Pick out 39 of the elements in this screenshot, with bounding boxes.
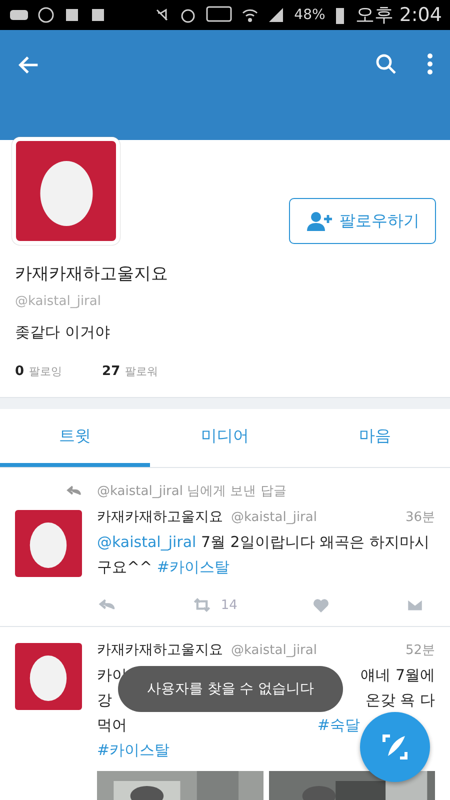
tweet-text: 얘네 7월에 [360,665,435,686]
feather-icon [380,732,410,762]
chat-icon [8,9,28,21]
hashtag-link[interactable]: #카이스탈 [97,738,170,763]
follow-button[interactable]: 팔로우하기 [289,198,436,244]
profile-bio: 좆같다 이거야 [15,323,111,342]
wifi-icon [242,7,258,23]
alarm-icon [180,7,196,23]
tweet-text: 강 [97,690,112,711]
profile-handle: @kaistal_jiral [15,294,102,309]
hd-icon [206,6,232,24]
tweet-author: 카재카재하고울지요 [97,508,223,526]
compose-button[interactable] [360,712,430,782]
app-icon [64,7,80,23]
hashtag-link[interactable]: #숙달 [317,713,360,738]
profile-name: 카재카재하고울지요 [15,263,169,285]
tweet-text: 온갖 욕 다 [365,690,435,711]
tweet-text: @kaistal_jiral 7월 2일이랍니다 왜곡은 하지마시구요^^ #카이스탈 [97,532,430,578]
follow-count[interactable]: 27 팔로워 [102,364,158,379]
tweet-time: 52분 [405,642,435,659]
add-person-icon [306,211,334,231]
signal-icon [268,7,284,23]
tweet-handle: @kaistal_jiral [231,510,317,525]
search-button[interactable] [374,52,398,76]
follow-count[interactable]: 0 팔로잉 [15,364,62,379]
app-icon [90,7,106,23]
clock: 오후 2:04 [355,3,442,28]
battery-icon [335,6,346,24]
search-icon [374,52,398,76]
tweet-handle: @kaistal_jiral [231,643,317,658]
reply-context: @kaistal_jiral 님에게 보낸 답글 [97,483,286,500]
tweet-text: 먹어 [97,715,127,736]
app-icon [38,7,54,23]
more-button[interactable] [426,52,434,76]
tweet-time: 36분 [405,509,435,526]
tweet-author: 카재카재하고울지요 [97,641,223,659]
battery-percent: 48% [294,7,326,23]
retweet-button[interactable]: 14 [190,594,238,616]
more-icon [426,52,434,76]
